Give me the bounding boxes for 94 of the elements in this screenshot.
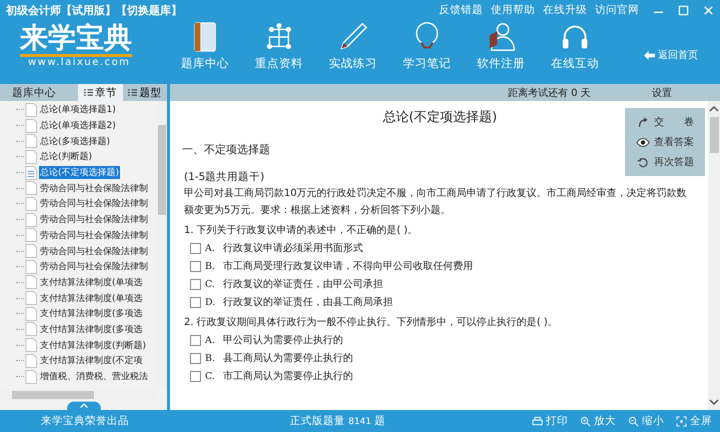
sidebar-title: 题库中心 xyxy=(11,86,57,100)
question-text: 1. 下列关于行政复议申请的表述中，不正确的是( )。 xyxy=(184,224,419,238)
document-icon xyxy=(25,354,37,368)
maximize-icon[interactable] xyxy=(678,4,689,16)
checkbox[interactable] xyxy=(190,334,201,346)
submit-icon xyxy=(636,116,650,128)
tree-item[interactable]: 总论(多项选择题) xyxy=(39,134,112,148)
scroll-thumb[interactable] xyxy=(158,125,166,215)
tree-item[interactable]: 劳动合同与社会保险法律制 xyxy=(39,197,149,210)
tree-item[interactable]: 总论(判断题) xyxy=(39,150,94,164)
logo-text: 来学宝典 xyxy=(20,22,132,57)
sidebar-tab[interactable]: 章节 xyxy=(78,84,123,101)
tree-item[interactable]: 支付结算法律制度(单项选 xyxy=(39,292,144,305)
document-icon xyxy=(25,150,37,164)
option-text: 市工商局受理行政复议申请，不得向甲公司收取任何费用 xyxy=(223,260,473,273)
retry-icon xyxy=(636,156,650,168)
checkbox[interactable] xyxy=(190,352,201,364)
scroll-thumb[interactable] xyxy=(710,117,718,153)
document-icon xyxy=(25,244,37,258)
zoom-in-icon xyxy=(580,416,591,426)
scroll-up-icon[interactable] xyxy=(709,105,719,113)
option-letter: A. xyxy=(205,334,216,346)
section-heading: 一、不定项选择题 xyxy=(182,142,271,157)
countdown-text: 距离考试还有 0 天 xyxy=(508,86,591,100)
collapse-tab-icon[interactable] xyxy=(66,400,102,410)
tree-item[interactable]: 增值税、消费税、营业税法 xyxy=(39,370,149,384)
checkbox[interactable] xyxy=(190,278,201,290)
tree-item[interactable]: 总论(不定项选择题) xyxy=(39,166,120,180)
action-button[interactable]: 查看答案 xyxy=(625,132,705,152)
option-letter: B. xyxy=(205,260,216,272)
document-icon xyxy=(25,260,37,274)
document-icon xyxy=(25,275,37,290)
document-icon xyxy=(25,181,37,196)
checkbox[interactable] xyxy=(190,296,201,308)
credit-text: 来学宝典荣誉出品 xyxy=(40,414,130,428)
arrow-left-icon xyxy=(644,50,655,60)
document-icon xyxy=(25,370,37,384)
window-title: 初级会计师【试用版】【切换题库】 xyxy=(6,2,182,18)
list-icon xyxy=(84,88,94,97)
tree-item[interactable]: 劳动合同与社会保险法律制 xyxy=(39,182,149,195)
document-icon xyxy=(25,338,37,352)
option-letter: D. xyxy=(205,296,216,308)
document-icon xyxy=(25,291,37,306)
stem-note: (1-5题共用题干) xyxy=(184,170,266,184)
checkbox[interactable] xyxy=(190,260,201,272)
document-icon xyxy=(25,166,37,180)
question-count: 正式版题量 8141 题 xyxy=(290,414,386,428)
document-icon xyxy=(25,196,37,211)
option-letter: C. xyxy=(205,370,216,382)
eye-icon xyxy=(636,136,650,148)
list-icon xyxy=(128,88,138,97)
tree-item[interactable]: 劳动合同与社会保险法律制 xyxy=(39,213,149,226)
option-text: 行政复议的举证责任，由甲公司承担 xyxy=(223,278,383,291)
option-text: 市工商局认为需要停止执行的 xyxy=(223,370,353,383)
scroll-down-icon[interactable] xyxy=(709,398,719,406)
print-icon xyxy=(532,416,543,426)
document-icon xyxy=(25,306,37,321)
question-stem: 甲公司对县工商局罚款10万元的行政处罚决定不服，向市工商局申请了行政复议。市工商局经审查，决定将罚款数额变更为5万元。要求：根据上述资料，分析回答下列小题。 xyxy=(184,186,688,218)
action-button[interactable]: 再次答题 xyxy=(625,152,705,172)
option-letter: A. xyxy=(205,242,216,254)
page-title: 总论(不定项选择题) xyxy=(382,109,498,127)
document-icon xyxy=(25,212,37,227)
tree-item[interactable]: 支付结算法律制度(判断题) xyxy=(39,338,148,352)
document-icon xyxy=(25,134,37,148)
close-icon[interactable] xyxy=(703,4,714,16)
tree-item[interactable]: 劳动合同与社会保险法律制 xyxy=(39,244,149,258)
tree-item[interactable]: 支付结算法律制度(单项选 xyxy=(39,276,144,289)
logo-url: www.laixue.com xyxy=(28,57,132,68)
tree-item[interactable]: 劳动合同与社会保险法律制 xyxy=(39,228,149,242)
scrollbar[interactable] xyxy=(708,101,720,410)
option-letter: C. xyxy=(205,278,216,290)
tree-item[interactable]: 支付结算法律制度(不定项 xyxy=(39,354,144,368)
action-button[interactable]: 交 卷 xyxy=(625,112,705,132)
option-text: 县工商局认为需要停止执行的 xyxy=(223,352,353,365)
fullscreen-icon xyxy=(676,416,687,426)
checkbox[interactable] xyxy=(190,242,201,254)
option-text: 行政复议的举证责任，由县工商局承担 xyxy=(223,296,393,309)
zoom-out-icon xyxy=(628,416,639,426)
tree-item[interactable]: 劳动合同与社会保险法律制 xyxy=(39,260,149,274)
document-icon xyxy=(25,228,37,242)
document-icon xyxy=(25,118,37,133)
tree-item[interactable]: 支付结算法律制度(多项选 xyxy=(39,307,144,320)
option-text: 甲公司认为需要停止执行的 xyxy=(223,334,343,347)
option-letter: B. xyxy=(205,352,216,364)
tree-item[interactable]: 总论(单项选择题2) xyxy=(39,119,117,132)
scroll-thumb[interactable] xyxy=(12,391,94,399)
question-text: 2. 行政复议期间具体行政行为一般不停止执行。下列情形中，可以停止执行的是( )。 xyxy=(184,316,559,330)
option-text: 行政复议申请必须采用书面形式 xyxy=(223,242,363,255)
tree-item[interactable]: 总论(单项选择题1) xyxy=(39,103,117,116)
document-icon xyxy=(25,322,37,336)
settings-link[interactable]: 设置 xyxy=(652,86,672,100)
tree-item[interactable]: 支付结算法律制度(多项选 xyxy=(39,322,144,336)
document-icon xyxy=(25,102,37,117)
checkbox[interactable] xyxy=(190,370,201,382)
